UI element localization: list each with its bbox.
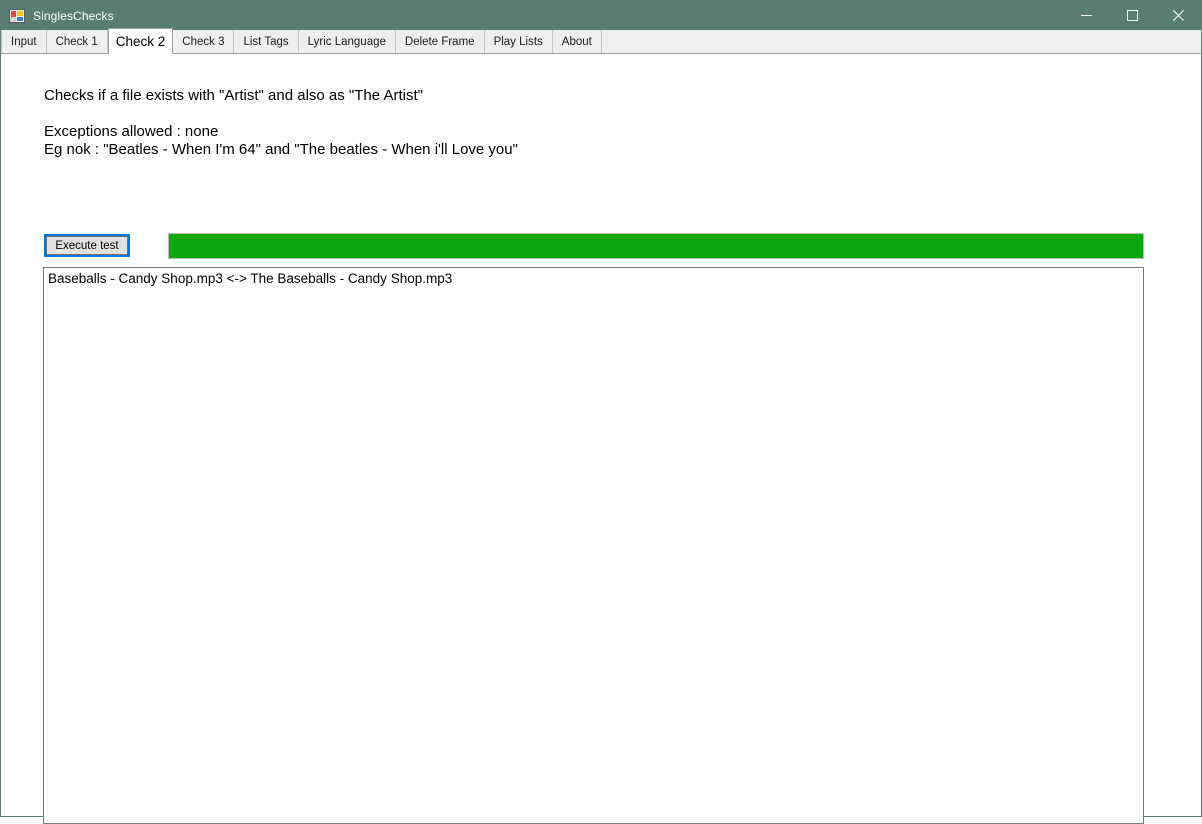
- winforms-app-icon: [9, 8, 25, 24]
- tab-label: Check 2: [115, 33, 166, 49]
- close-button[interactable]: [1155, 1, 1201, 30]
- tab-label: Delete Frame: [404, 35, 475, 48]
- tab-strip: Input Check 1 Check 2 Check 3 List Tags …: [1, 28, 1201, 54]
- tab-check-3[interactable]: Check 3: [173, 30, 235, 53]
- tab-label: Check 1: [55, 35, 98, 48]
- example-line: Eg nok : "Beatles - When I'm 64" and "Th…: [44, 141, 518, 158]
- tab-label: Lyric Language: [307, 35, 386, 48]
- description-block: Checks if a file exists with "Artist" an…: [44, 87, 518, 159]
- tab-delete-frame[interactable]: Delete Frame: [395, 30, 485, 53]
- execute-test-button-label: Execute test: [46, 236, 128, 255]
- close-icon: [1172, 10, 1184, 21]
- tab-check-1[interactable]: Check 1: [46, 30, 108, 53]
- tab-label: About: [561, 35, 592, 48]
- application-window: SinglesChecks Input Check 1 Check 2 Chec…: [0, 0, 1202, 824]
- window-title: SinglesChecks: [33, 8, 114, 23]
- tab-input[interactable]: Input: [1, 30, 47, 53]
- description-line: Checks if a file exists with "Artist" an…: [44, 87, 423, 104]
- tab-label: Play Lists: [493, 35, 543, 48]
- tab-lyric-language[interactable]: Lyric Language: [298, 30, 396, 53]
- tab-label: Input: [11, 35, 37, 48]
- title-bar: SinglesChecks: [1, 1, 1201, 30]
- tab-label: Check 3: [182, 35, 225, 48]
- tab-panel-check-2: Checks if a file exists with "Artist" an…: [1, 54, 1201, 824]
- progress-bar-fill: [169, 234, 1143, 258]
- maximize-button[interactable]: [1109, 1, 1155, 30]
- tab-check-2[interactable]: Check 2: [107, 28, 174, 54]
- tab-about[interactable]: About: [552, 30, 602, 53]
- exceptions-line: Exceptions allowed : none: [44, 123, 219, 140]
- list-item[interactable]: Baseballs - Candy Shop.mp3 <-> The Baseb…: [44, 268, 1143, 289]
- window-controls: [1063, 1, 1201, 30]
- minimize-button[interactable]: [1063, 1, 1109, 30]
- tab-list-tags[interactable]: List Tags: [234, 30, 299, 53]
- execute-test-button[interactable]: Execute test: [44, 234, 130, 257]
- tab-play-lists[interactable]: Play Lists: [484, 30, 553, 53]
- results-list[interactable]: Baseballs - Candy Shop.mp3 <-> The Baseb…: [43, 267, 1144, 824]
- progress-bar: [168, 233, 1144, 259]
- tab-label: List Tags: [243, 35, 289, 48]
- maximize-icon: [1126, 10, 1138, 21]
- minimize-icon: [1080, 15, 1092, 16]
